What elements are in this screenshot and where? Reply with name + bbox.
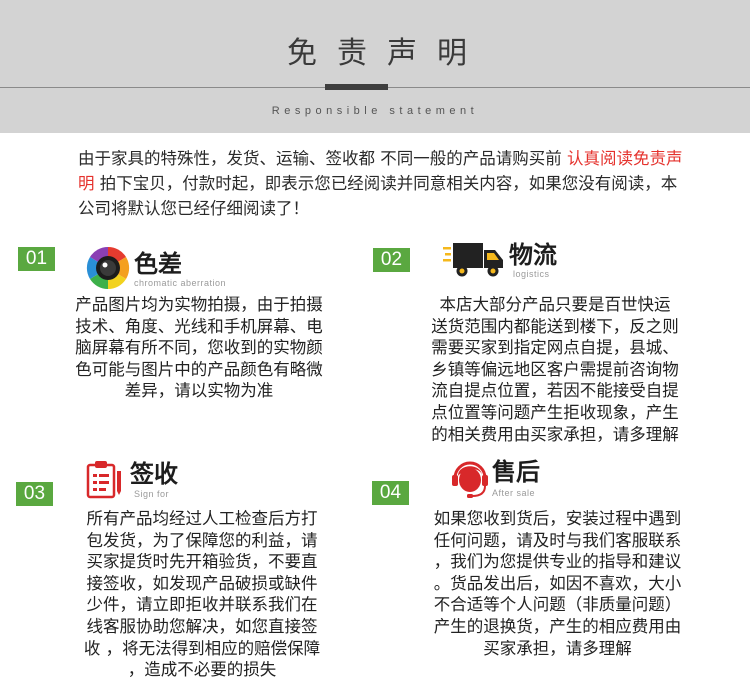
- section-line: 产生的退换货，产生的相应费用由: [433, 616, 682, 636]
- section-line: 本店大部分产品只要是百世快运: [439, 295, 671, 314]
- section-body-03: 所有产品均经过人工检查后方打 包发货，为了保障您的利益，请 买家提货时先开箱验货…: [62, 508, 342, 681]
- section-line: ，我们为您提供专业的指导和建议: [433, 552, 682, 572]
- section-title-04: 售后: [492, 458, 540, 486]
- section-body-01: 产品图片均为实物拍摄，由于拍摄 技术、角度、光线和手机屏幕、电 脑屏幕有所不同，…: [54, 294, 344, 402]
- section-line: 脑屏幕有所不同，您收到的实物颜: [75, 338, 323, 358]
- section-line: 如果您收到货后，安装过程中遇到: [433, 509, 682, 528]
- section-subtitle-01: chromatic aberration: [134, 278, 227, 288]
- section-line: 送货范围内都能送到楼下，反之则: [431, 316, 679, 336]
- section-body-04: 如果您收到货后，安装过程中遇到 任何问题，请及时与我们客服联系 ，我们为您提供专…: [410, 508, 705, 659]
- camera-lens-icon: [86, 246, 130, 290]
- page-subtitle: Responsible statement: [271, 105, 479, 117]
- section-line: 产品图片均为实物拍摄，由于拍摄: [75, 295, 323, 314]
- section-number-01: 01: [18, 247, 55, 271]
- section-subtitle-02: logistics: [513, 269, 550, 279]
- section-title-01: 色差: [134, 250, 182, 278]
- section-number-02: 02: [373, 248, 410, 272]
- section-number-03: 03: [16, 482, 53, 506]
- customer-service-icon: [452, 461, 488, 498]
- section-line: 。货品发出后，如因不喜欢，大小: [433, 573, 682, 593]
- section-line: 所有产品均经过人工检查后方打: [86, 509, 318, 528]
- section-line: 需要买家到指定网点自提，县城、: [431, 338, 679, 358]
- header-accent-bar: [325, 84, 388, 90]
- section-line: 不合适等个人问题（非质量问题）: [433, 595, 682, 615]
- section-line: 的相关费用由买家承担，请多理解: [431, 424, 679, 444]
- section-line: 线客服协助您解决，如您直接签: [86, 616, 318, 636]
- section-line: 流自提点位置，若因不能接受自提: [431, 381, 679, 401]
- section-line: ，造成不必要的损失: [127, 660, 277, 680]
- section-line: 任何问题，请及时与我们客服联系: [433, 530, 682, 550]
- section-line: 收 ，将无法得到相应的赔偿保障: [83, 638, 321, 658]
- section-line: 差异，请以实物为准: [124, 381, 274, 401]
- header-banner: 免责声明 Responsible statement: [0, 0, 750, 133]
- clipboard-icon: [86, 461, 121, 499]
- section-line: 接签收，如发现产品破损或缺件: [86, 573, 318, 593]
- section-line: 乡镇等偏远地区客户需提前咨询物: [431, 359, 679, 379]
- section-subtitle-04: After sale: [492, 488, 536, 498]
- delivery-truck-icon: [443, 243, 503, 277]
- intro-text-2: 拍下宝贝，付款时起，即表示您已经阅读并同意相关内容，如果您没有阅读，本公司将默认…: [78, 174, 678, 218]
- section-line: 包发货，为了保障您的利益，请: [86, 530, 318, 550]
- section-number-04: 04: [372, 481, 409, 505]
- section-title-03: 签收: [130, 460, 178, 488]
- intro-text-1: 由于家具的特殊性，发货、运输、签收都 不同一般的产品请购买前: [78, 149, 567, 168]
- section-line: 色可能与图片中的产品颜色有略微: [75, 359, 323, 379]
- section-line: 点位置等问题产生拒收现象，产生: [431, 402, 679, 422]
- intro-paragraph: 由于家具的特殊性，发货、运输、签收都 不同一般的产品请购买前 认真阅读免责声明 …: [78, 146, 693, 221]
- page-title: 免责声明: [287, 36, 487, 71]
- section-line: 买家承担，请多理解: [483, 638, 632, 658]
- section-line: 少件，请立即拒收并联系我们在: [86, 595, 318, 615]
- section-line: 买家提货时先开箱验货，不要直: [86, 552, 318, 572]
- section-title-02: 物流: [509, 241, 557, 269]
- section-subtitle-03: Sign for: [134, 489, 170, 499]
- section-body-02: 本店大部分产品只要是百世快运 送货范围内都能送到楼下，反之则 需要买家到指定网点…: [410, 294, 700, 445]
- section-line: 技术、角度、光线和手机屏幕、电: [75, 316, 323, 336]
